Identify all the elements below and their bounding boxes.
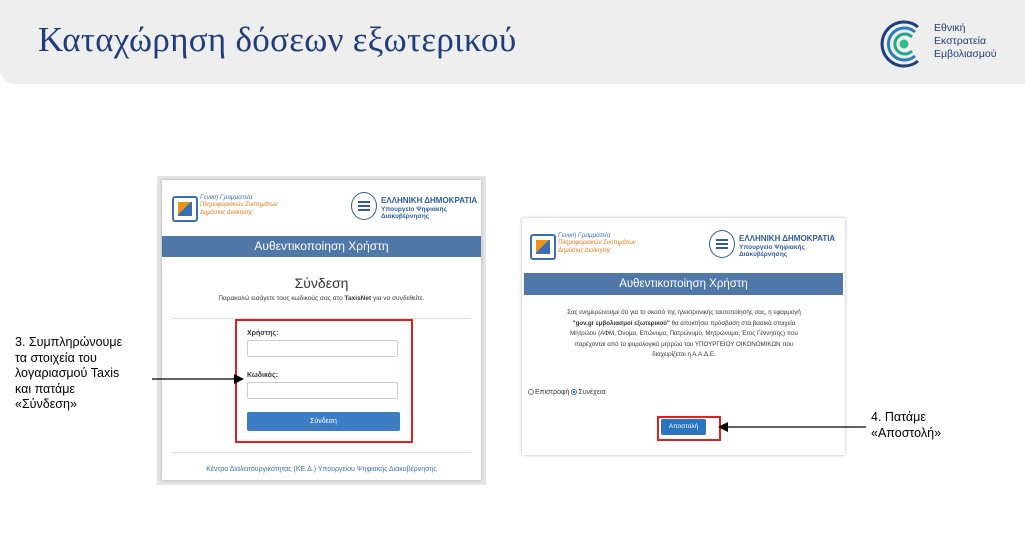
password-label: Κωδικός: [247, 372, 278, 379]
auth-header-bar: Αυθεντικοποίηση Χρήστη [162, 236, 481, 257]
vaccination-campaign-logo: Εθνική Εκστρατεία Εμβολιασμού [878, 18, 998, 76]
consent-options: Επιστροφή Συνέχεια [528, 389, 606, 396]
username-input[interactable] [247, 340, 398, 357]
gsis-icon [172, 196, 198, 222]
logo-text: Εθνική Εκστρατεία Εμβολιασμού [934, 22, 997, 60]
signin-instructions: Παρακαλώ εισάγετε τους κωδικούς σας στο … [218, 295, 425, 302]
radio-continue[interactable]: Συνέχεια [571, 389, 606, 396]
footer-link[interactable]: Κέντρο Διαλειτουργικότητας (ΚΕ.Δ.) Υπουρ… [162, 466, 481, 473]
gsis-icon [530, 234, 556, 260]
send-button[interactable]: Αποστολή [661, 419, 706, 435]
coat-of-arms-icon [351, 192, 377, 220]
signin-title: Σύνδεση [294, 275, 349, 291]
login-button[interactable]: Σύνδεση [247, 412, 400, 431]
auth-header-bar: Αυθεντικοποίηση Χρήστη [524, 273, 843, 295]
login-screenshot: Γενική Γραμματεία Πληροφοριακών Συστημάτ… [157, 176, 486, 485]
login-card: Γενική Γραμματεία Πληροφοριακών Συστημάτ… [162, 180, 481, 480]
username-label: Χρήστης: [247, 330, 279, 337]
arrow-right-icon [152, 374, 244, 384]
arrow-left-icon [718, 422, 866, 432]
radio-checked-icon [571, 389, 578, 395]
campaign-c-icon [880, 20, 919, 68]
radio-unchecked-icon [528, 389, 534, 395]
slide-header: Καταχώρηση δόσεων εξωτερικού Εθνική Εκστ… [0, 0, 1025, 84]
slide-title: Καταχώρηση δόσεων εξωτερικού [38, 20, 517, 59]
footer-divider [172, 452, 471, 453]
coat-of-arms-icon [709, 230, 735, 258]
radio-back[interactable]: Επιστροφή [528, 389, 569, 396]
step4-annotation: 4. Πατάμε «Αποστολή» [871, 410, 942, 440]
consent-info-text: Σας ενημερώνουμε ότι για το σκοπό της ηλ… [567, 309, 801, 358]
password-input[interactable] [247, 382, 398, 399]
step3-annotation: 3. Συμπληρώνουμε τα στοιχεία του λογαρια… [15, 335, 123, 411]
